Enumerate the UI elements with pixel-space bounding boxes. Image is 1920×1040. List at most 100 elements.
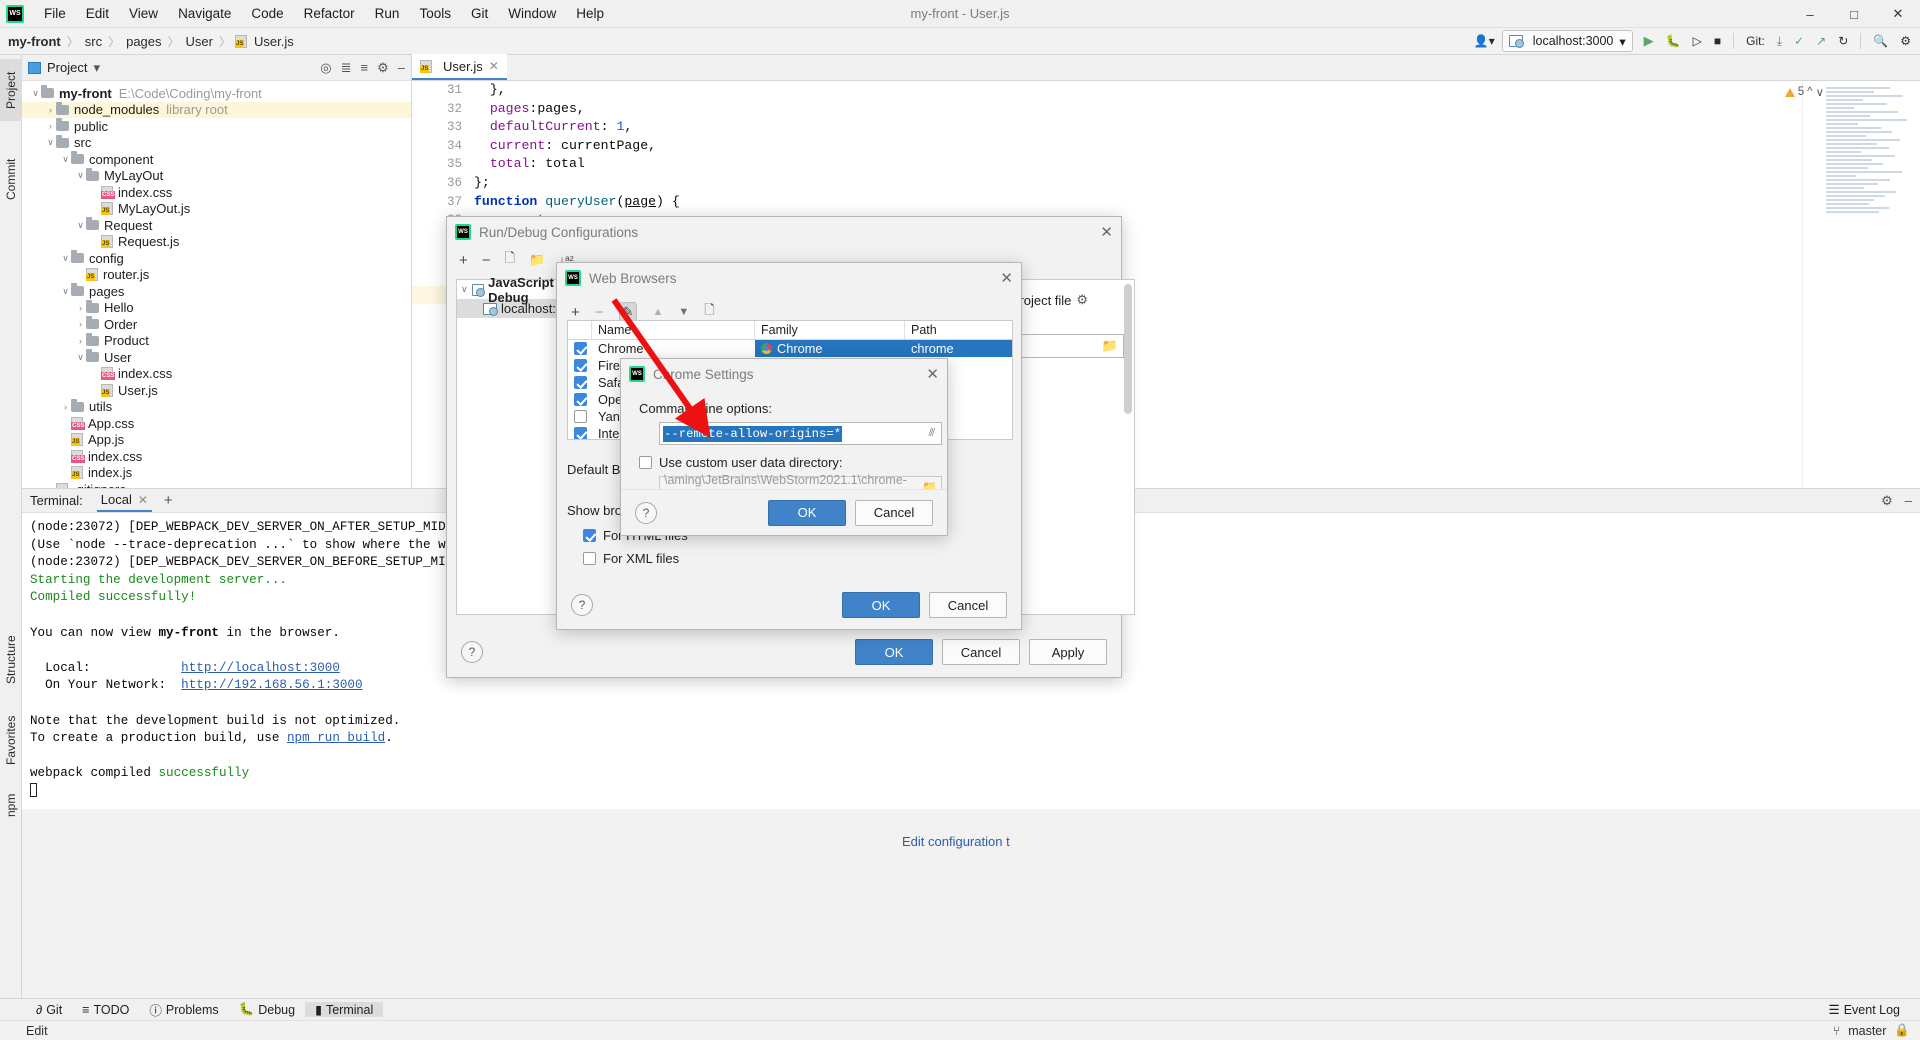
tree-node-hello[interactable]: ›Hello: [22, 300, 411, 317]
browser-enabled-checkbox[interactable]: [568, 357, 592, 374]
chevron-down-icon[interactable]: ∨: [1816, 85, 1824, 99]
chevron-down-icon[interactable]: ▾: [93, 60, 100, 76]
search-icon[interactable]: 🔍: [1868, 30, 1893, 52]
breadcrumb-my-front[interactable]: my-front: [6, 34, 63, 49]
chevron-down-icon[interactable]: ∨: [60, 286, 71, 297]
menu-view[interactable]: View: [119, 2, 168, 25]
for-xml-files-checkbox[interactable]: [583, 552, 596, 565]
menu-code[interactable]: Code: [241, 2, 293, 25]
tree-node-app-js[interactable]: JSApp.js: [22, 432, 411, 449]
command-line-options-input[interactable]: --remote-allow-origins=* ⫻: [659, 422, 942, 445]
git-push-icon[interactable]: ↗: [1811, 30, 1831, 52]
move-up-icon[interactable]: ▲: [652, 306, 663, 318]
details-scrollbar-thumb[interactable]: [1124, 284, 1132, 414]
tree-node-router-js[interactable]: JSrouter.js: [22, 267, 411, 284]
tree-node-config[interactable]: ∨config: [22, 250, 411, 267]
tree-node-component[interactable]: ∨component: [22, 151, 411, 168]
new-terminal-tab-button[interactable]: +: [164, 492, 173, 509]
folder-icon[interactable]: 📁: [529, 252, 545, 268]
apply-button[interactable]: Apply: [1029, 639, 1107, 665]
chevron-up-icon[interactable]: ^: [1807, 86, 1812, 98]
code-line[interactable]: current: currentPage,: [474, 137, 1920, 156]
git-update-icon[interactable]: ⤓: [1772, 30, 1787, 52]
terminal-settings-icon[interactable]: ⚙: [1881, 493, 1893, 509]
breadcrumb-user[interactable]: User: [184, 34, 215, 49]
locate-file-icon[interactable]: ◎: [320, 60, 331, 76]
chevron-right-icon[interactable]: ›: [75, 319, 86, 329]
help-button[interactable]: ?: [461, 641, 483, 663]
checkbox[interactable]: [574, 376, 587, 389]
chevron-right-icon[interactable]: ›: [45, 105, 56, 115]
tree-node-index-css[interactable]: CSSindex.css: [22, 184, 411, 201]
chevron-down-icon[interactable]: ∨: [60, 154, 71, 165]
browser-enabled-checkbox[interactable]: [568, 408, 592, 425]
chevron-down-icon[interactable]: ∨: [45, 137, 56, 148]
tree-node-index-css[interactable]: CSSindex.css: [22, 448, 411, 465]
close-icon[interactable]: ✕: [1000, 271, 1013, 286]
status-item-event-log[interactable]: ☰Event Log: [1818, 1002, 1910, 1017]
status-item-problems[interactable]: ⓘProblems: [139, 1000, 228, 1019]
chrome-settings-dialog[interactable]: WS Chrome Settings ✕ Command line option…: [620, 358, 948, 536]
add-icon[interactable]: +: [571, 304, 580, 321]
remove-icon[interactable]: −: [482, 252, 491, 269]
terminal-link[interactable]: http://192.168.56.1:3000: [181, 678, 362, 692]
terminal-link[interactable]: npm run build: [287, 731, 385, 745]
tree-node-public[interactable]: ›public: [22, 118, 411, 135]
copy-icon[interactable]: 🗋: [505, 249, 515, 271]
checkbox[interactable]: [574, 393, 587, 406]
tree-node-mylayout-js[interactable]: JSMyLayOut.js: [22, 201, 411, 218]
tree-node-request[interactable]: ∨Request: [22, 217, 411, 234]
browser-enabled-checkbox[interactable]: [568, 391, 592, 408]
browser-enabled-checkbox[interactable]: [568, 340, 592, 357]
code-line[interactable]: };: [474, 174, 1920, 193]
breadcrumb-src[interactable]: src: [83, 34, 104, 49]
ok-button[interactable]: OK: [855, 639, 933, 665]
chevron-down-icon[interactable]: ∨: [75, 170, 86, 181]
column-path[interactable]: Path: [905, 321, 1012, 339]
remove-icon[interactable]: −: [595, 304, 604, 321]
browser-enabled-checkbox[interactable]: [568, 374, 592, 391]
menu-file[interactable]: File: [34, 2, 76, 25]
collapse-all-icon[interactable]: ≣: [341, 60, 352, 76]
tree-node-user-js[interactable]: JSUser.js: [22, 382, 411, 399]
tree-node-node-modules[interactable]: ›node_moduleslibrary root: [22, 102, 411, 119]
gear-icon[interactable]: ⚙: [1076, 292, 1088, 308]
close-icon[interactable]: ✕: [489, 59, 499, 73]
menu-tools[interactable]: Tools: [409, 2, 461, 25]
code-line[interactable]: total: total: [474, 155, 1920, 174]
ok-button[interactable]: OK: [842, 592, 920, 618]
chevron-right-icon[interactable]: ›: [60, 402, 71, 412]
close-icon[interactable]: ✕: [1100, 225, 1113, 240]
cancel-button[interactable]: Cancel: [855, 500, 933, 526]
warning-indicator[interactable]: 5 ^ ∨: [1785, 85, 1824, 99]
edit-pencil-icon[interactable]: ✎: [619, 302, 638, 322]
code-minimap[interactable]: [1826, 87, 1918, 215]
code-line[interactable]: pages:pages,: [474, 100, 1920, 119]
tree-node-mylayout[interactable]: ∨MyLayOut: [22, 168, 411, 185]
chevron-down-icon[interactable]: ∨: [75, 352, 86, 363]
tree-node-app-css[interactable]: CSSApp.css: [22, 415, 411, 432]
tree-node-src[interactable]: ∨src: [22, 135, 411, 152]
tree-node-my-front[interactable]: ∨my-frontE:\Code\Coding\my-front: [22, 85, 411, 102]
menu-run[interactable]: Run: [365, 2, 410, 25]
use-custom-user-data-directory-checkbox[interactable]: [639, 456, 652, 469]
hide-terminal-icon[interactable]: –: [1905, 493, 1912, 509]
menu-window[interactable]: Window: [498, 2, 566, 25]
chevron-right-icon[interactable]: ›: [75, 303, 86, 313]
cancel-button[interactable]: Cancel: [929, 592, 1007, 618]
checkbox[interactable]: [574, 342, 587, 355]
for-xml-files-row[interactable]: For XML files: [583, 551, 1011, 566]
code-line[interactable]: function queryUser(page) {: [474, 193, 1920, 212]
chevron-down-icon[interactable]: ∨: [60, 253, 71, 264]
cancel-button[interactable]: Cancel: [942, 639, 1020, 665]
column-family[interactable]: Family: [755, 321, 905, 339]
status-item-terminal[interactable]: ▮Terminal: [305, 1002, 383, 1017]
close-button[interactable]: ✕: [1876, 0, 1920, 28]
menu-navigate[interactable]: Navigate: [168, 2, 241, 25]
git-commit-icon[interactable]: ✓: [1789, 30, 1809, 52]
add-icon[interactable]: +: [459, 252, 468, 269]
help-button[interactable]: ?: [635, 502, 657, 524]
use-custom-user-data-directory-row[interactable]: Use custom user data directory:: [639, 455, 929, 470]
debug-icon[interactable]: 🐛: [1661, 30, 1686, 52]
edit-configuration-template-link[interactable]: Edit configuration t: [902, 834, 1010, 849]
